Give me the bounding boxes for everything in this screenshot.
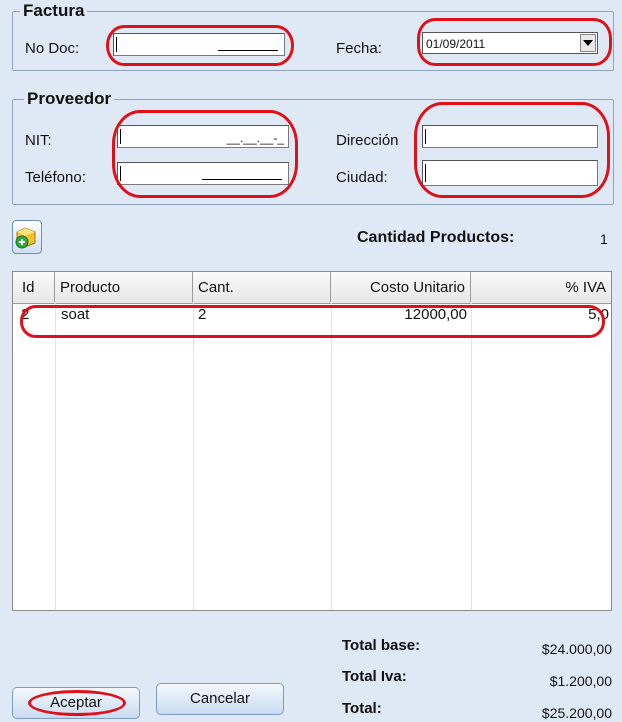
column-header-iva[interactable]: % IVA (471, 272, 611, 302)
grid-column-divider (331, 303, 332, 610)
grid-column-divider (193, 303, 194, 610)
proveedor-group (12, 99, 614, 205)
fecha-date-picker[interactable]: 01/09/2011 (422, 32, 598, 54)
total-iva-label: Total Iva: (342, 668, 407, 685)
add-product-button[interactable] (12, 220, 42, 254)
column-header-producto[interactable]: Producto (55, 272, 193, 302)
cell-id: 2 (21, 306, 30, 323)
proveedor-legend: Proveedor (24, 90, 115, 108)
fecha-value: 01/09/2011 (426, 37, 486, 51)
total-iva-value: $1.200,00 (549, 673, 612, 689)
cancelar-button[interactable]: Cancelar (156, 683, 284, 715)
cantidad-productos-value: 1 (600, 231, 608, 247)
total-value: $25.200,00 (541, 705, 612, 721)
telefono-field[interactable] (117, 162, 289, 185)
text-caret (425, 129, 426, 144)
ciudad-field[interactable] (422, 160, 598, 186)
total-label: Total: (342, 700, 382, 717)
input-mask-line (202, 179, 282, 180)
nit-field[interactable]: __.__.__-_ (117, 125, 289, 148)
column-header-cant[interactable]: Cant. (193, 272, 331, 302)
fecha-label: Fecha: (336, 40, 382, 57)
cell-producto: soat (61, 306, 90, 323)
cell-cant: 2 (198, 306, 207, 323)
grid-header: Id Producto Cant. Costo Unitario % IVA (13, 272, 611, 304)
total-base-value: $24.000,00 (541, 641, 612, 657)
ciudad-label: Ciudad: (336, 169, 388, 186)
direccion-label: Dirección (336, 132, 399, 149)
aceptar-button[interactable]: Aceptar (12, 687, 140, 719)
text-caret (120, 129, 121, 144)
column-header-costo-unitario[interactable]: Costo Unitario (331, 272, 471, 302)
chevron-down-icon[interactable] (580, 34, 596, 52)
cell-iva: 5,0 (588, 306, 609, 323)
direccion-field[interactable] (422, 125, 598, 148)
column-header-id[interactable]: Id (13, 272, 55, 302)
products-grid[interactable]: Id Producto Cant. Costo Unitario % IVA 2… (12, 271, 612, 611)
add-product-icon (15, 227, 36, 249)
cantidad-productos-label: Cantidad Productos: (357, 229, 515, 246)
no-doc-field[interactable] (113, 33, 285, 56)
text-caret (116, 37, 117, 52)
input-mask-line (218, 50, 278, 51)
grid-column-divider (55, 303, 56, 610)
nit-mask: __.__.__-_ (226, 131, 284, 145)
text-caret (425, 164, 426, 182)
grid-column-divider (471, 303, 472, 610)
total-base-label: Total base: (342, 637, 421, 654)
table-row[interactable]: 2 soat 2 12000,00 5,0 (13, 303, 611, 327)
factura-legend: Factura (20, 2, 88, 20)
nit-label: NIT: (25, 132, 52, 149)
text-caret (120, 166, 121, 181)
no-doc-label: No Doc: (25, 40, 80, 57)
cell-costo-unitario: 12000,00 (404, 306, 467, 323)
telefono-label: Teléfono: (25, 169, 86, 186)
